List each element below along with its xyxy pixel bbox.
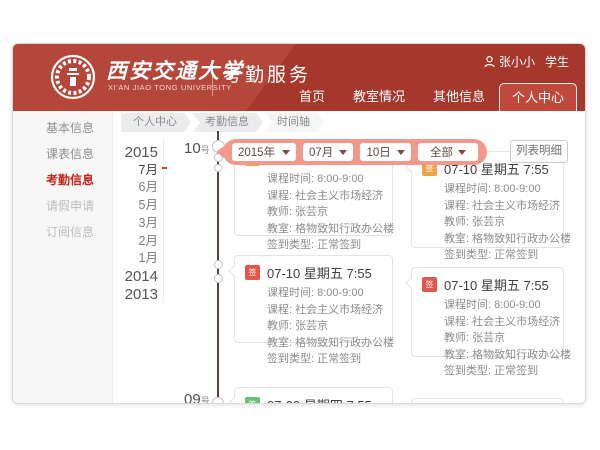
screenshot-stage: 西安交通大学 XI'AN JIAO TONG UNIVERSITY 考勤服务 张… [0,0,600,450]
day-number: 09 [184,391,201,404]
card-signin-type: 签到类型: 正常签到 [267,237,382,254]
card-teacher: 教师: 张芸京 [444,330,553,347]
attendance-card-cut [411,398,564,404]
main-nav: 首页 教室情况 其他信息 个人中心 [285,83,577,111]
scale-month-2[interactable]: 2月 [113,233,158,251]
breadcrumb-personal-center[interactable]: 个人中心 [121,113,191,132]
card-classroom: 教室: 格物致知行政办公楼 [444,231,553,248]
app-window: 西安交通大学 XI'AN JIAO TONG UNIVERSITY 考勤服务 张… [12,43,586,404]
university-logo [49,53,97,101]
card-teacher: 教师: 张芸京 [444,214,553,231]
card-date: 07-10 星期五 7:55 [444,275,549,294]
current-month-tick [162,167,167,169]
day-unit: 号 [201,145,210,155]
nav-item-classrooms[interactable]: 教室情况 [339,83,419,111]
breadcrumb-attendance-info[interactable]: 考勤信息 [193,113,263,132]
year-select[interactable]: 2015年 [232,143,296,161]
date-filter-bar: 2015年 07月 10日 全部 [223,139,487,165]
calendar-icon: 签 [245,397,260,404]
card-notch [228,397,239,404]
attendance-card: 签 07-09 星期四 7:55 [234,387,393,404]
card-date: 07-09 星期四 7:55 [267,395,372,404]
chevron-down-icon [397,150,405,155]
university-seal-icon [49,53,97,101]
card-teacher: 教师: 张芸京 [267,318,382,335]
university-name-en: XI'AN JIAO TONG UNIVERSITY [108,83,232,92]
nav-item-home[interactable]: 首页 [285,83,339,111]
day-label-10: 10号 [184,140,210,158]
sidebar-item-attendance[interactable]: 考勤信息 [13,167,112,193]
timeline-scale: 2015 7月 6月 5月 3月 2月 1月 2014 2013 [113,144,161,303]
scale-month-5[interactable]: 5月 [113,197,158,215]
sidebar: 基本信息 课表信息 考勤信息 请假申请 订阅信息 [13,111,113,404]
list-detail-button[interactable]: 列表明细 [510,140,568,163]
chevron-down-icon [458,150,466,155]
card-notch [228,265,239,276]
nav-item-personal-center[interactable]: 个人中心 [499,83,577,111]
attendance-card: 签 07-10 星期五 7:55 课程时间: 8:00-9:00 课程: 社会主… [411,267,564,357]
day-label-09: 09号 [184,391,210,404]
card-teacher: 教师: 张芸京 [267,204,382,221]
scale-month-7[interactable]: 7月 [113,162,158,180]
chevron-down-icon [339,150,347,155]
card-course-time: 课程时间: 8:00-9:00 [444,181,553,198]
timeline-node [212,397,224,404]
card-course-time: 课程时间: 8:00-9:00 [444,297,553,314]
card-notch [405,277,416,288]
card-classroom: 教室: 格物致知行政办公楼 [444,347,553,364]
sidebar-item-basic-info[interactable]: 基本信息 [13,115,112,141]
app-header: 西安交通大学 XI'AN JIAO TONG UNIVERSITY 考勤服务 张… [13,44,585,111]
card-course: 课程: 社会主义市场经济 [267,188,382,205]
scale-month-3[interactable]: 3月 [113,215,158,233]
user-name: 张小小 [499,53,535,70]
chevron-down-icon [282,150,290,155]
timeline-node [214,164,222,172]
type-select-value: 全部 [430,144,453,160]
card-course: 课程: 社会主义市场经济 [267,302,382,319]
breadcrumb-timeline[interactable]: 时间轴 [265,113,324,132]
scale-year-2013[interactable]: 2013 [113,286,158,304]
calendar-icon: 签 [245,265,260,280]
day-unit: 号 [201,396,210,404]
sidebar-item-subscription[interactable]: 订阅信息 [13,219,112,245]
user-role: 学生 [545,53,569,70]
scale-year-2015[interactable]: 2015 [113,144,158,162]
card-signin-type: 签到类型: 正常签到 [444,247,553,264]
year-select-value: 2015年 [238,144,275,160]
scale-month-6[interactable]: 6月 [113,179,158,197]
day-select-value: 10日 [366,144,390,160]
timeline-node [214,260,223,269]
card-date: 07-10 星期五 7:55 [267,263,372,282]
attendance-card: 签 07-10 星期五 7:55 课程时间: 8:00-9:00 课程: 社会主… [234,255,393,343]
attendance-card: 签 07-10 星期五 7:55 课程时间: 8:00-9:00 课程: 社会主… [411,151,564,248]
breadcrumb: 个人中心 考勤信息 时间轴 [121,113,324,132]
day-number: 10 [184,140,201,157]
card-classroom: 教室: 格物致知行政办公楼 [267,335,382,352]
scale-month-1[interactable]: 1月 [113,250,158,268]
month-select[interactable]: 07月 [303,143,353,161]
nav-item-other-info[interactable]: 其他信息 [419,83,499,111]
content-area: 个人中心 考勤信息 时间轴 2015 7月 6月 5月 3月 2月 1月 201… [113,111,586,404]
timeline-node [214,274,223,283]
card-classroom: 教室: 格物致知行政办公楼 [267,221,382,238]
scale-year-2014[interactable]: 2014 [113,268,158,286]
card-signin-type: 签到类型: 正常签到 [444,363,553,380]
sidebar-item-course-table[interactable]: 课表信息 [13,141,112,167]
card-course: 课程: 社会主义市场经济 [444,198,553,215]
user-info[interactable]: 张小小 学生 [484,53,569,70]
sidebar-item-leave-request[interactable]: 请假申请 [13,193,112,219]
person-icon [484,56,495,68]
title-divider [212,60,213,96]
month-select-value: 07月 [309,144,333,160]
card-course-time: 课程时间: 8:00-9:00 [267,171,382,188]
day-select[interactable]: 10日 [360,143,410,161]
type-select[interactable]: 全部 [418,143,478,161]
card-signin-type: 签到类型: 正常签到 [267,351,382,368]
card-course: 课程: 社会主义市场经济 [444,314,553,331]
scale-guide-line [163,139,164,303]
card-course-time: 课程时间: 8:00-9:00 [267,285,382,302]
calendar-icon: 签 [422,277,437,292]
